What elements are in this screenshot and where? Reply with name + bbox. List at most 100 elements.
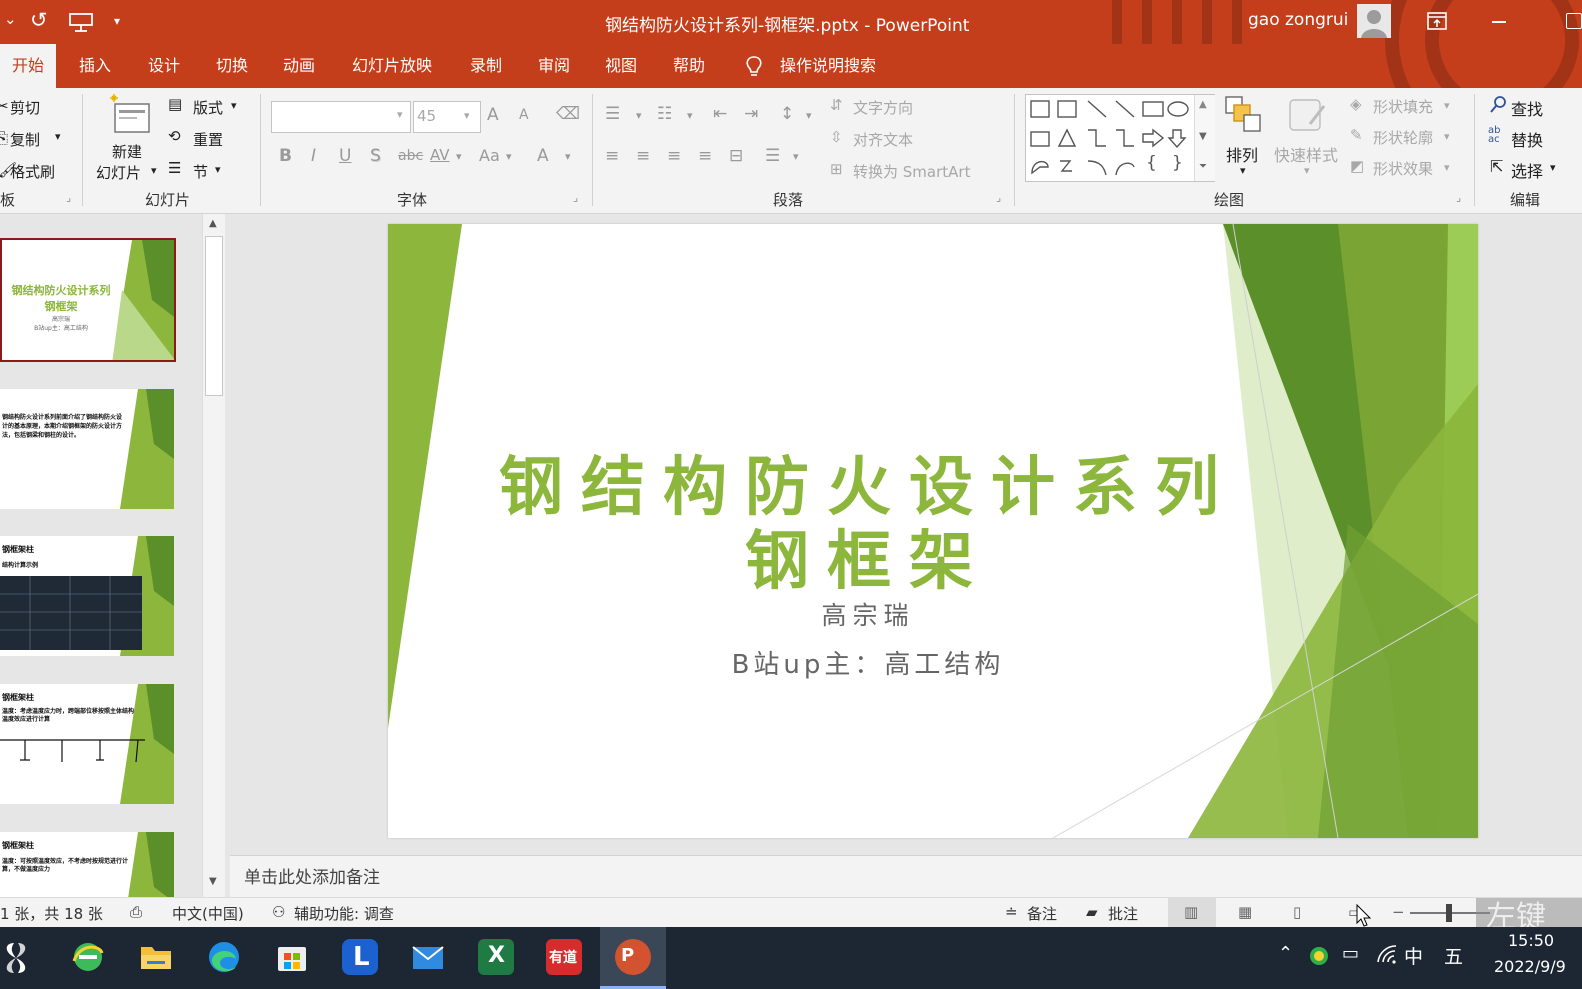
slide-thumbnail-3[interactable]: 钢框架柱 结构计算示例 <box>0 536 174 656</box>
shape-outline-button[interactable]: 形状轮廓 <box>1373 127 1433 148</box>
brace-left-shape[interactable]: { <box>1146 153 1157 173</box>
quick-styles-dropdown-icon[interactable]: ▾ <box>1304 164 1310 177</box>
quick-styles-button[interactable]: 快速样式 <box>1274 142 1338 166</box>
slide-thumbnail-4[interactable]: 钢框架柱 温度：考虑温度应力时，跨端部位移按照主体结构温度效应进行计算 <box>0 684 174 804</box>
scroll-up-icon[interactable]: ▲ <box>209 218 217 229</box>
text-direction-button[interactable]: 文字方向 <box>853 97 913 118</box>
notes-pane[interactable]: 单击此处添加备注 <box>230 855 1582 898</box>
font-color-button[interactable]: A <box>537 146 549 166</box>
shape-fill-dropdown-icon[interactable]: ▾ <box>1444 99 1450 112</box>
italic-button[interactable]: I <box>311 146 316 166</box>
clear-formatting-icon[interactable]: ⌫ <box>556 104 580 124</box>
tab-insert[interactable]: 插入 <box>79 44 111 88</box>
layout-dropdown-icon[interactable]: ▾ <box>231 99 237 112</box>
slide-title-line-2[interactable]: 钢框架 <box>388 510 1348 602</box>
line-spacing-dropdown-icon[interactable]: ▾ <box>806 109 812 122</box>
restore-icon[interactable] <box>1566 13 1582 29</box>
arrange-dropdown-icon[interactable]: ▾ <box>1240 164 1246 177</box>
find-button[interactable]: 查找 <box>1511 96 1543 120</box>
scroll-down-icon[interactable]: ▼ <box>209 876 217 887</box>
comments-button[interactable]: 批注 <box>1108 903 1138 924</box>
decrease-indent-icon[interactable]: ⇤ <box>713 104 727 124</box>
tab-transitions[interactable]: 切换 <box>216 44 248 88</box>
new-slide-icon[interactable] <box>108 94 152 138</box>
format-painter-button[interactable]: 格式刷 <box>10 161 55 182</box>
layout-button[interactable]: 版式 <box>193 97 223 118</box>
brace-right-shape[interactable]: } <box>1172 153 1183 173</box>
slide-channel[interactable]: B站up主：高工结构 <box>388 644 1348 681</box>
ime-mode-indicator[interactable]: 五 <box>1444 942 1463 969</box>
copy-icon[interactable]: ⎘ <box>0 129 8 147</box>
slide-thumbnail-5[interactable]: 钢框架柱 温度：可按照温度效应，不考虑时按规范进行计算，不做温度应力 <box>0 832 174 898</box>
tab-home[interactable]: 开始 <box>0 44 57 88</box>
shape-effects-button[interactable]: 形状效果 <box>1373 158 1433 179</box>
slide-thumbnail-1[interactable]: 钢结构防火设计系列 钢框架 高宗瑞 B站up主：高工结构 <box>0 238 176 362</box>
shape-outline-icon[interactable]: ✎ <box>1350 126 1363 144</box>
battery-icon[interactable]: ▭ <box>1342 943 1359 964</box>
ime-language-indicator[interactable]: 中 <box>1404 942 1423 969</box>
spell-check-icon[interactable]: ⎙ <box>130 903 142 921</box>
gallery-down-icon[interactable]: ▼ <box>1199 131 1207 142</box>
replace-icon[interactable]: ab ac <box>1488 126 1500 145</box>
arrange-button[interactable]: 排列 <box>1226 142 1258 166</box>
clock-time[interactable]: 15:50 <box>1508 931 1554 950</box>
zoom-slider-thumb[interactable] <box>1446 904 1452 922</box>
thumbnail-scrollbar[interactable]: ▲ ▼ <box>202 214 225 898</box>
cut-icon[interactable]: ✂ <box>0 97 9 115</box>
slide-author[interactable]: 高宗瑞 <box>388 596 1348 632</box>
gallery-up-icon[interactable]: ▲ <box>1199 99 1207 110</box>
notes-placeholder[interactable]: 单击此处添加备注 <box>244 863 380 888</box>
ie-browser-taskbar[interactable] <box>70 939 106 975</box>
text-shadow-button[interactable]: S <box>370 146 381 166</box>
edge-browser-taskbar[interactable] <box>206 939 242 975</box>
paragraph-launcher-icon[interactable]: ⌟ <box>996 191 1001 204</box>
current-slide[interactable]: 钢结构防火设计系列 钢框架 高宗瑞 B站up主：高工结构 <box>388 224 1478 838</box>
zoom-out-button[interactable]: − <box>1392 903 1405 921</box>
font-family-dropdown-icon[interactable]: ▾ <box>397 108 403 121</box>
reset-button[interactable]: 重置 <box>193 129 223 150</box>
arrange-icon[interactable] <box>1224 94 1264 138</box>
copy-button[interactable]: 复制 <box>10 129 40 150</box>
section-icon[interactable]: ☰ <box>168 159 181 177</box>
drawing-launcher-icon[interactable]: ⌟ <box>1456 191 1461 204</box>
copy-dropdown-icon[interactable]: ▾ <box>55 130 61 143</box>
youdao-taskbar[interactable]: 有道 <box>546 939 582 975</box>
new-slide-label-2[interactable]: 幻灯片 <box>96 162 141 183</box>
clipboard-launcher-icon[interactable]: ⌟ <box>66 191 71 204</box>
start-slideshow-icon[interactable] <box>68 11 94 33</box>
tab-record[interactable]: 录制 <box>470 44 502 88</box>
columns-dropdown-icon[interactable]: ▾ <box>793 150 799 163</box>
align-text-icon[interactable]: ⇳ <box>830 128 843 146</box>
font-launcher-icon[interactable]: ⌟ <box>573 191 578 204</box>
font-size-dropdown-icon[interactable]: ▾ <box>464 109 470 122</box>
underline-button[interactable]: U <box>339 146 351 166</box>
select-dropdown-icon[interactable]: ▾ <box>1550 161 1556 174</box>
show-hidden-icons[interactable]: ⌃ <box>1278 943 1293 964</box>
lenovo-app-taskbar[interactable]: L <box>342 939 378 975</box>
tab-slideshow[interactable]: 幻灯片放映 <box>352 44 432 88</box>
shape-fill-button[interactable]: 形状填充 <box>1373 96 1433 117</box>
distributed-icon[interactable]: ⊟ <box>729 146 743 166</box>
select-button[interactable]: 选择 <box>1511 158 1543 182</box>
smartart-icon[interactable]: ⊞ <box>830 160 843 178</box>
powerpoint-taskbar-active[interactable]: P <box>600 927 666 989</box>
notes-toggle-button[interactable]: 备注 <box>1027 903 1057 924</box>
new-slide-dropdown-icon[interactable]: ▾ <box>151 164 157 177</box>
align-text-button[interactable]: 对齐文本 <box>853 129 913 150</box>
reset-icon[interactable]: ⟲ <box>168 127 181 145</box>
comments-icon[interactable]: ▰ <box>1086 903 1098 921</box>
accessibility-status[interactable]: 辅助功能: 调查 <box>294 903 394 924</box>
replace-button[interactable]: 替换 <box>1511 127 1543 151</box>
shape-fill-icon[interactable]: ◈ <box>1350 95 1362 113</box>
wifi-icon[interactable] <box>1376 944 1398 964</box>
tray-app-icon[interactable] <box>1310 947 1328 965</box>
font-family-combobox[interactable] <box>271 101 411 133</box>
align-right-icon[interactable]: ≡ <box>667 146 681 166</box>
start-icon[interactable] <box>0 941 32 975</box>
slide-thumbnail-2[interactable]: 钢结构防火设计系列前面介绍了钢结构防火设计的基本原理，本期介绍钢框架的防火设计方… <box>0 389 174 509</box>
select-icon[interactable]: ⇱ <box>1490 157 1503 176</box>
justify-icon[interactable]: ≡ <box>698 146 712 166</box>
align-left-icon[interactable]: ≡ <box>605 146 619 166</box>
shapes-gallery-scroll[interactable]: ▲ ▼ ⏷ <box>1194 95 1215 181</box>
minimize-icon[interactable] <box>1492 21 1506 23</box>
